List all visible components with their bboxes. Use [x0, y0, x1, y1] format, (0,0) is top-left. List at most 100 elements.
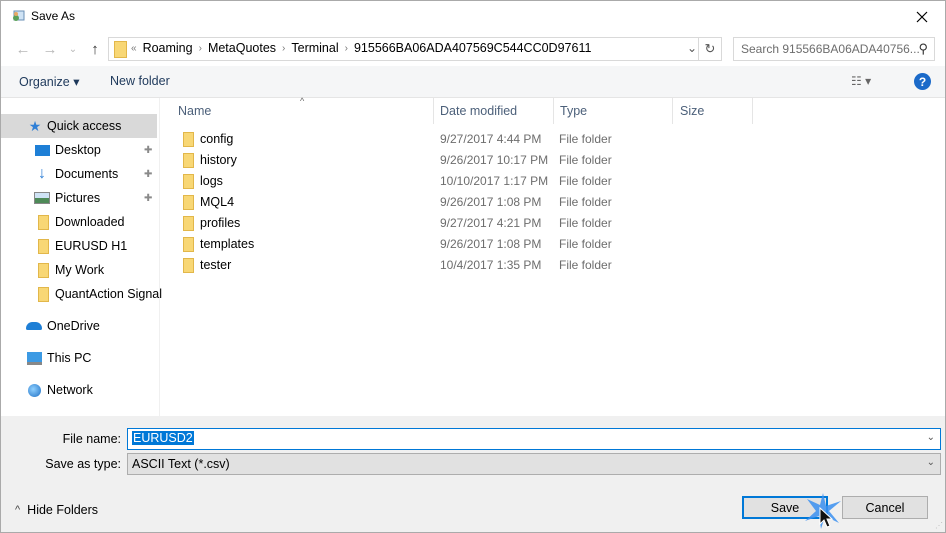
file-row[interactable]: config 9/27/2017 4:44 PM File folder: [160, 129, 780, 150]
file-name: templates: [200, 237, 255, 251]
chevron-right-icon[interactable]: ›: [282, 43, 285, 54]
pictures-icon: [34, 190, 50, 206]
cancel-button[interactable]: Cancel: [842, 496, 928, 519]
save-as-type-select[interactable]: ASCII Text (*.csv) ⌄: [127, 453, 941, 475]
sidebar-item-label: Pictures: [55, 191, 101, 205]
folder-icon: [183, 216, 194, 231]
refresh-button[interactable]: ↻: [698, 38, 721, 60]
navigation-pane: ★ Quick access Desktop ✚ ↓ Documents ✚ P…: [1, 98, 162, 416]
save-as-dialog: Save As ← → ⌄ ↑ « Roaming › MetaQuotes ›…: [0, 0, 946, 533]
sidebar-item-documents[interactable]: ↓ Documents ✚: [1, 162, 157, 186]
sidebar-item-my-work[interactable]: My Work: [1, 258, 157, 282]
up-button[interactable]: ↑: [85, 39, 105, 59]
column-header-size[interactable]: Size: [680, 98, 752, 124]
folder-icon: [183, 174, 194, 189]
file-type: File folder: [559, 216, 612, 230]
hide-folders-button[interactable]: ^ Hide Folders: [15, 503, 98, 517]
pin-icon[interactable]: ✚: [144, 169, 152, 180]
column-divider[interactable]: [433, 98, 434, 124]
chevron-down-icon[interactable]: ⌄: [927, 432, 935, 443]
organize-button[interactable]: Organize ▾: [19, 74, 79, 89]
breadcrumb-roaming[interactable]: Roaming: [143, 41, 193, 55]
file-date: 9/26/2017 1:08 PM: [440, 195, 542, 209]
file-row[interactable]: MQL4 9/26/2017 1:08 PM File folder: [160, 192, 780, 213]
column-divider[interactable]: [752, 98, 753, 124]
pin-icon[interactable]: ✚: [144, 193, 152, 204]
command-bar: Organize ▾ New folder ☷ ▾ ?: [1, 66, 945, 98]
refresh-icon: ↻: [704, 41, 716, 56]
sidebar-item-quantaction-signal[interactable]: QuantAction Signal: [1, 282, 162, 306]
chevron-right-icon[interactable]: ›: [199, 43, 202, 54]
recent-locations-button[interactable]: ⌄: [63, 39, 83, 59]
chevron-right-icon[interactable]: ›: [345, 43, 348, 54]
search-input[interactable]: Search 915566BA06ADA40756... ⚲: [733, 37, 935, 61]
file-type: File folder: [559, 174, 612, 188]
file-date: 9/27/2017 4:21 PM: [440, 216, 542, 230]
file-row[interactable]: logs 10/10/2017 1:17 PM File folder: [160, 171, 780, 192]
column-divider[interactable]: [553, 98, 554, 124]
star-icon: ★: [28, 117, 42, 134]
file-name-value: EURUSD2: [132, 431, 194, 445]
breadcrumb: « Roaming › MetaQuotes › Terminal › 9155…: [131, 41, 591, 55]
sidebar-item-label: EURUSD H1: [55, 239, 128, 253]
help-icon[interactable]: ?: [914, 73, 931, 90]
sidebar-item-label: QuantAction Signal: [55, 287, 163, 301]
column-label: Size: [680, 104, 705, 118]
search-icon: ⚲: [918, 41, 928, 56]
column-divider[interactable]: [672, 98, 673, 124]
file-name: history: [200, 153, 237, 167]
sidebar-item-label: Documents: [55, 167, 119, 181]
breadcrumb-metaquotes[interactable]: MetaQuotes: [208, 41, 276, 55]
sidebar-item-pictures[interactable]: Pictures ✚: [1, 186, 157, 210]
file-row[interactable]: profiles 9/27/2017 4:21 PM File folder: [160, 213, 780, 234]
sidebar-item-downloaded[interactable]: Downloaded: [1, 210, 157, 234]
sidebar-item-this-pc[interactable]: This PC: [1, 346, 157, 370]
sidebar-item-network[interactable]: Network: [1, 378, 157, 402]
overflow-icon[interactable]: «: [131, 43, 137, 54]
sidebar-item-label: OneDrive: [47, 319, 100, 333]
sidebar-item-label: Quick access: [47, 119, 122, 133]
folder-icon: [183, 153, 194, 168]
pin-icon[interactable]: ✚: [144, 145, 152, 156]
save-as-app-icon: [13, 10, 25, 21]
sidebar-item-quick-access[interactable]: ★ Quick access: [1, 114, 157, 138]
breadcrumb-terminal[interactable]: Terminal: [291, 41, 338, 55]
sidebar-item-onedrive[interactable]: OneDrive: [1, 314, 157, 338]
file-row[interactable]: history 9/26/2017 10:17 PM File folder: [160, 150, 780, 171]
file-row[interactable]: templates 9/26/2017 1:08 PM File folder: [160, 234, 780, 255]
file-name: profiles: [200, 216, 241, 230]
column-header-date-modified[interactable]: Date modified: [440, 98, 553, 124]
resize-grip-icon[interactable]: ⋰: [935, 521, 943, 530]
address-bar[interactable]: « Roaming › MetaQuotes › Terminal › 9155…: [108, 37, 722, 61]
file-name: MQL4: [200, 195, 235, 209]
window-title: Save As: [31, 9, 76, 23]
network-icon: [26, 382, 42, 398]
column-header-type[interactable]: Type: [560, 98, 672, 124]
column-header-name[interactable]: Name: [178, 98, 433, 124]
address-dropdown-icon[interactable]: ⌄: [687, 41, 697, 55]
folder-icon: [183, 237, 194, 252]
close-icon: [916, 11, 928, 22]
sidebar-item-eurusd-h1[interactable]: EURUSD H1: [1, 234, 157, 258]
sidebar-item-label: My Work: [55, 263, 105, 277]
sidebar-item-label: Network: [47, 383, 93, 397]
folder-icon: [183, 132, 194, 147]
sidebar-item-desktop[interactable]: Desktop ✚: [1, 138, 157, 162]
new-folder-button[interactable]: New folder: [110, 74, 170, 88]
file-name-input[interactable]: EURUSD2 ⌄: [127, 428, 941, 450]
chevron-down-icon: ⌄: [926, 457, 935, 468]
sidebar-item-label: Downloaded: [55, 215, 125, 229]
column-label: Date modified: [440, 104, 518, 118]
save-options-panel: File name: EURUSD2 ⌄ Save as type: ASCII…: [1, 416, 945, 532]
file-row[interactable]: tester 10/4/2017 1:35 PM File folder: [160, 255, 780, 276]
view-options-icon[interactable]: ☷ ▾: [851, 74, 871, 88]
back-button[interactable]: ←: [13, 39, 33, 59]
file-name: config: [200, 132, 234, 146]
breadcrumb-current-folder[interactable]: 915566BA06ADA407569C544CC0D97611: [354, 41, 591, 55]
file-date: 10/4/2017 1:35 PM: [440, 258, 542, 272]
folder-icon: [114, 41, 127, 58]
close-button[interactable]: [899, 1, 945, 32]
cancel-button-label: Cancel: [865, 500, 905, 515]
forward-arrow-icon: →: [42, 40, 58, 58]
forward-button[interactable]: →: [40, 39, 60, 59]
